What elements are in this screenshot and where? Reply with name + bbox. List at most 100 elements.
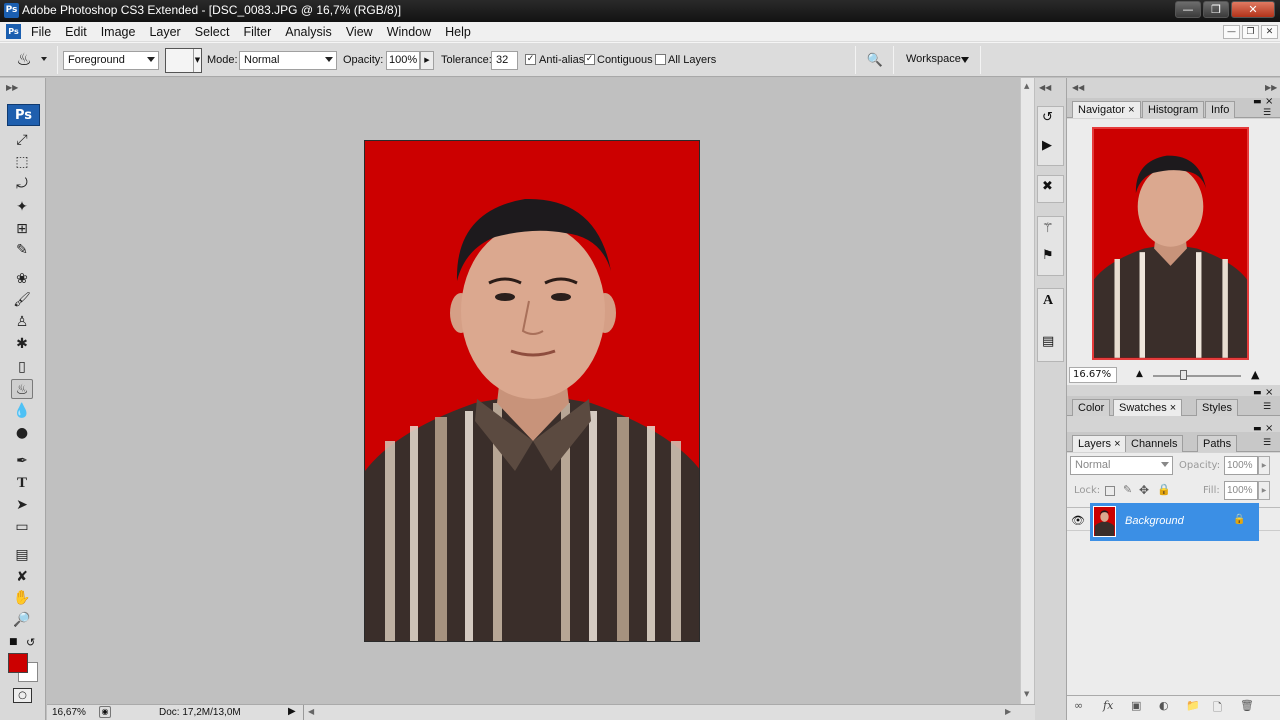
paint-bucket-icon[interactable]: ♨	[12, 50, 36, 70]
vertical-scrollbar[interactable]: ▲ ▼	[1020, 78, 1034, 704]
zoom-readout[interactable]: 16,67%	[52, 707, 86, 718]
tab-layers[interactable]: Layers ×	[1072, 435, 1127, 452]
foreground-color-swatch[interactable]	[8, 653, 28, 673]
actions-panel-icon[interactable]: ▶	[1042, 138, 1052, 153]
tab-color[interactable]: Color	[1072, 399, 1111, 416]
swap-colors-icon[interactable]: ↺	[26, 636, 35, 649]
lasso-tool-icon[interactable]: ⤾	[11, 174, 33, 194]
crop-tool-icon[interactable]: ⊞	[11, 219, 33, 239]
menu-view[interactable]: View	[339, 24, 380, 40]
doc-restore-button[interactable]: ❐	[1242, 25, 1259, 39]
scroll-up-arrow-icon[interactable]: ▲	[1024, 82, 1029, 90]
dodge-tool-icon[interactable]: ●	[11, 423, 33, 443]
layer-visibility-eye-icon[interactable]: 👁	[1071, 514, 1085, 527]
tab-paths[interactable]: Paths	[1197, 435, 1238, 452]
all-layers-checkbox[interactable]	[655, 54, 666, 65]
menu-edit[interactable]: Edit	[58, 24, 94, 40]
paint-bucket-tool-icon[interactable]: ♨	[11, 379, 33, 399]
tab-styles[interactable]: Styles	[1196, 399, 1238, 416]
tab-histogram[interactable]: Histogram	[1142, 101, 1205, 118]
expand-arrows-icon[interactable]: ▶▶	[1265, 83, 1277, 92]
menu-help[interactable]: Help	[438, 24, 478, 40]
scroll-left-arrow-icon[interactable]: ◀	[308, 707, 314, 716]
menu-filter[interactable]: Filter	[236, 24, 278, 40]
status-menu-arrow-icon[interactable]: ▶	[288, 706, 296, 717]
panel-menu-icon[interactable]: ☰	[1263, 438, 1271, 448]
pen-tool-icon[interactable]: ✒	[11, 451, 33, 471]
minimize-button[interactable]: —	[1175, 1, 1201, 18]
navigator-zoom-input[interactable]: 16.67%	[1069, 367, 1117, 383]
maximize-button[interactable]: ❐	[1203, 1, 1229, 18]
collapse-arrows-icon[interactable]: ◀◀	[1072, 83, 1084, 92]
workspace-button[interactable]: Workspace	[906, 53, 961, 65]
tab-info[interactable]: Info	[1205, 101, 1236, 118]
link-layers-icon[interactable]: ∞	[1074, 699, 1083, 712]
type-tool-icon[interactable]: T	[11, 473, 33, 493]
layer-row-background[interactable]: Background 🔒	[1090, 503, 1259, 541]
tool-preset-arrow-icon[interactable]	[41, 57, 47, 61]
layer-opacity-arrow-icon[interactable]: ▶	[1258, 456, 1270, 475]
zoom-in-icon[interactable]: ▲	[1251, 368, 1259, 381]
photoshop-logo[interactable]: Ps	[7, 104, 40, 126]
slice-tool-icon[interactable]: ✎	[11, 240, 33, 260]
contiguous-checkbox[interactable]: ✓	[584, 54, 595, 65]
magic-wand-tool-icon[interactable]: ✦	[11, 197, 33, 217]
new-group-icon[interactable]: 📁	[1186, 699, 1200, 712]
quick-mask-icon[interactable]: ○	[13, 688, 32, 703]
default-colors-icon[interactable]: ■	[9, 637, 18, 647]
doc-minimize-button[interactable]: —	[1223, 25, 1240, 39]
zoom-tool-icon[interactable]: 🔎	[11, 610, 33, 630]
panel-menu-icon[interactable]: ☰	[1263, 402, 1271, 412]
healing-brush-tool-icon[interactable]: ❀	[11, 269, 33, 289]
clone-stamp-tool-icon[interactable]: ♙	[11, 312, 33, 332]
adjustment-layer-icon[interactable]: ◐	[1159, 699, 1169, 712]
opacity-input[interactable]: 100%	[386, 51, 420, 70]
path-selection-tool-icon[interactable]: ➤	[11, 495, 33, 515]
doc-close-button[interactable]: ✕	[1261, 25, 1278, 39]
menu-analysis[interactable]: Analysis	[278, 24, 339, 40]
paragraph-panel-icon[interactable]: ▤	[1042, 334, 1054, 349]
navigator-thumbnail[interactable]	[1092, 127, 1249, 360]
eraser-tool-icon[interactable]: ▯	[11, 357, 33, 377]
fill-source-dropdown[interactable]: Foreground	[63, 51, 159, 70]
mode-dropdown[interactable]: Normal	[239, 51, 337, 70]
fill-arrow-icon[interactable]: ▶	[1258, 481, 1270, 500]
close-panel-icon[interactable]: ×	[1265, 96, 1273, 107]
collapse-arrows-icon[interactable]: ◀◀	[1039, 83, 1051, 92]
minimize-panel-icon[interactable]: ▬	[1253, 97, 1262, 107]
tab-swatches[interactable]: Swatches ×	[1113, 399, 1183, 416]
close-button[interactable]: ✕	[1231, 1, 1275, 18]
lock-all-icon[interactable]: 🔒	[1157, 483, 1171, 496]
zoom-slider-track[interactable]	[1153, 375, 1241, 377]
lock-position-icon[interactable]: ✥	[1139, 483, 1149, 497]
panel-menu-icon[interactable]: ☰	[1263, 108, 1271, 118]
fill-input[interactable]: 100%	[1224, 481, 1258, 500]
move-tool-icon[interactable]: ⤢	[11, 130, 33, 150]
marquee-tool-icon[interactable]: ⬚	[11, 152, 33, 172]
menu-layer[interactable]: Layer	[142, 24, 187, 40]
zoom-out-icon[interactable]: ▲	[1136, 369, 1143, 379]
character-panel-icon[interactable]: A	[1043, 293, 1053, 309]
history-panel-icon[interactable]: ↺	[1042, 110, 1053, 125]
workspace-arrow-icon[interactable]	[961, 57, 969, 63]
layer-opacity-input[interactable]: 100%	[1224, 456, 1258, 475]
hand-tool-icon[interactable]: ✋	[11, 588, 33, 608]
clone-source-icon[interactable]: ⚑	[1042, 248, 1054, 263]
opacity-slider-arrow-icon[interactable]: ▶	[420, 51, 434, 70]
scroll-down-arrow-icon[interactable]: ▼	[1024, 690, 1029, 698]
tab-channels[interactable]: Channels	[1125, 435, 1184, 452]
tab-navigator[interactable]: Navigator ×	[1072, 101, 1141, 118]
bridge-icon[interactable]: 🔍	[864, 52, 886, 70]
zoom-slider-thumb[interactable]	[1180, 370, 1187, 380]
document-icon[interactable]: Ps	[6, 24, 21, 39]
add-mask-icon[interactable]: ▣	[1131, 699, 1141, 712]
document-image[interactable]	[364, 140, 700, 642]
collapse-arrows-icon[interactable]: ▶▶	[6, 83, 18, 92]
scroll-right-arrow-icon[interactable]: ▶	[1005, 707, 1011, 716]
new-layer-icon[interactable]: 🗋	[1213, 699, 1222, 718]
layer-style-fx-icon[interactable]: fx	[1103, 699, 1113, 712]
lock-image-icon[interactable]: ✎	[1123, 483, 1132, 496]
pattern-picker[interactable]: ▼	[165, 48, 202, 73]
eyedropper-tool-icon[interactable]: ✘	[11, 567, 33, 587]
blend-mode-dropdown[interactable]: Normal	[1070, 456, 1173, 475]
